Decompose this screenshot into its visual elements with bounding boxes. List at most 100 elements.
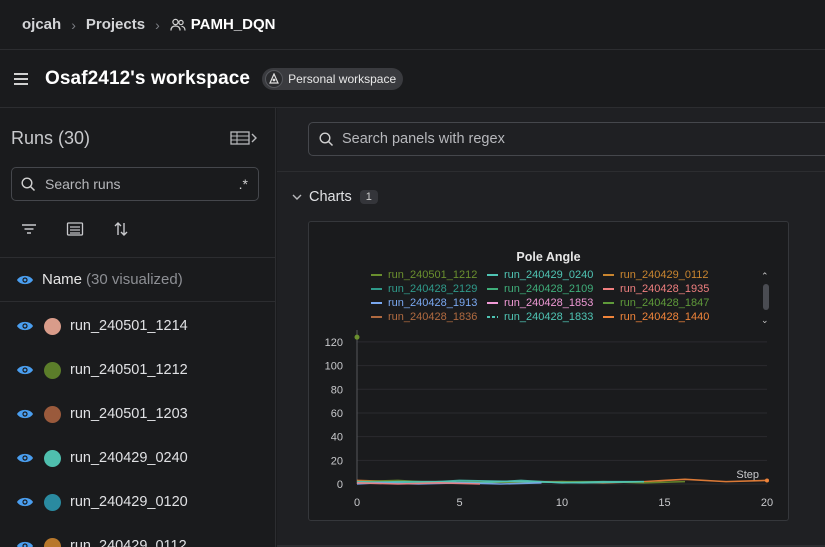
eye-icon[interactable] [16, 320, 34, 332]
legend-item[interactable]: run_240428_2129 [371, 283, 477, 295]
x-tick-label: 20 [761, 497, 773, 509]
run-color-swatch[interactable] [44, 361, 61, 379]
legend-swatch [371, 288, 382, 290]
legend-swatch [371, 302, 382, 304]
legend-item[interactable]: run_240428_1836 [371, 311, 477, 323]
legend-label: run_240501_1212 [388, 269, 478, 281]
eye-icon[interactable] [16, 408, 34, 420]
run-row[interactable]: run_240429_0112 [0, 524, 275, 547]
run-row[interactable]: run_240429_0120 [0, 480, 275, 524]
search-icon [21, 176, 36, 191]
legend-item[interactable]: run_240428_1847 [603, 297, 709, 309]
search-runs-field[interactable]: .* [11, 167, 259, 201]
breadcrumb-org[interactable]: ojcah [22, 16, 61, 33]
x-axis-label: Step [736, 469, 759, 481]
legend-item[interactable]: run_240501_1212 [371, 269, 477, 281]
y-tick-label: 80 [331, 384, 343, 396]
y-tick-label: 0 [337, 479, 343, 491]
legend-item[interactable]: run_240428_1935 [603, 283, 709, 295]
run-color-swatch[interactable] [44, 317, 61, 335]
legend-item[interactable]: run_240428_1913 [371, 297, 477, 309]
series-line [356, 482, 481, 485]
search-panels-field[interactable] [308, 122, 825, 156]
chevron-down-icon[interactable]: ⌄ [761, 316, 769, 325]
legend-swatch [603, 288, 614, 290]
y-tick-label: 40 [331, 432, 343, 444]
line-chart[interactable]: 0 20 40 60 80 100 120 0 5 10 15 20 Step [309, 222, 790, 522]
group-icon[interactable] [66, 220, 84, 238]
series-line [356, 482, 542, 485]
legend-swatch [487, 288, 498, 290]
legend-swatch [603, 274, 614, 276]
run-color-swatch[interactable] [44, 449, 61, 467]
legend-label: run_240428_1913 [388, 297, 478, 309]
run-color-swatch[interactable] [44, 405, 61, 423]
legend-swatch [371, 316, 382, 318]
run-name[interactable]: run_240501_1212 [70, 362, 188, 378]
legend-label: run_240428_1836 [388, 311, 478, 323]
legend-swatch [487, 274, 498, 276]
y-tick-label: 100 [325, 361, 343, 373]
run-row[interactable]: run_240501_1212 [0, 348, 275, 392]
breadcrumb-project[interactable]: PAMH_DQN [170, 16, 276, 33]
breadcrumb-projects[interactable]: Projects [86, 16, 145, 33]
legend-scroll-thumb[interactable] [763, 284, 769, 310]
legend-item[interactable]: run_240428_1853 [487, 297, 593, 309]
legend-item[interactable]: run_240428_2109 [487, 283, 593, 295]
x-tick-label: 5 [456, 497, 462, 509]
project-name: PAMH_DQN [190, 16, 276, 33]
eye-icon[interactable] [16, 496, 34, 508]
legend-swatch [371, 274, 382, 276]
legend-label: run_240428_1853 [504, 297, 594, 309]
run-row[interactable]: run_240501_1203 [0, 392, 275, 436]
menu-icon[interactable] [14, 70, 28, 88]
regex-toggle-button[interactable]: .* [239, 176, 248, 192]
runs-name-header: Name (30 visualized) [0, 257, 275, 302]
eye-icon[interactable] [16, 540, 34, 547]
run-row[interactable]: run_240501_1214 [0, 304, 275, 348]
legend-swatch [603, 316, 614, 318]
legend-item[interactable]: run_240428_1440 [603, 311, 709, 323]
data-point [354, 334, 360, 340]
runs-title: Runs (30) [11, 128, 91, 148]
run-name[interactable]: run_240429_0120 [70, 494, 188, 510]
filter-icon[interactable] [20, 220, 38, 238]
run-name[interactable]: run_240501_1214 [70, 318, 188, 334]
search-runs-input[interactable] [45, 176, 225, 192]
legend-scrollbar[interactable]: ⌃ ⌄ [761, 272, 771, 325]
legend-label: run_240428_1847 [620, 297, 710, 309]
run-name[interactable]: run_240429_0240 [70, 450, 188, 466]
legend-swatch [487, 302, 498, 304]
eye-icon[interactable] [16, 452, 34, 464]
chevron-up-icon[interactable]: ⌃ [761, 272, 769, 281]
chevron-down-icon [292, 194, 302, 200]
workspace-title: Osaf2412's workspace [45, 68, 251, 89]
run-row[interactable]: run_240429_0240 [0, 436, 275, 480]
charts-section-header[interactable]: Charts 1 [291, 189, 378, 205]
run-color-swatch[interactable] [44, 537, 61, 547]
legend-item[interactable]: run_240428_1833 [487, 311, 593, 323]
breadcrumb: ojcah › Projects › PAMH_DQN [0, 0, 825, 50]
expand-table-icon[interactable] [230, 130, 258, 146]
chart-panel[interactable]: Pole Angle run_240501_1212 run_240429_024… [308, 221, 789, 521]
eye-icon[interactable] [16, 364, 34, 376]
legend-item[interactable]: run_240429_0240 [487, 269, 593, 281]
data-point [765, 478, 769, 483]
eye-icon[interactable] [16, 274, 34, 286]
name-column-label[interactable]: Name [42, 271, 82, 288]
chart-title: Pole Angle [516, 250, 581, 264]
x-tick-label: 10 [556, 497, 568, 509]
panels-area: Charts 1 Pole Angle run_240501_1212 run_2… [277, 108, 825, 547]
run-name[interactable]: run_240429_0112 [70, 538, 187, 547]
x-tick-label: 15 [658, 497, 670, 509]
search-panels-input[interactable] [342, 131, 802, 147]
legend-label: run_240429_0240 [504, 269, 594, 281]
legend-item[interactable]: run_240429_0112 [603, 269, 709, 281]
workspace-badge[interactable]: Personal workspace [262, 68, 404, 90]
y-tick-label: 120 [325, 337, 343, 349]
legend-label: run_240428_2129 [388, 283, 478, 295]
run-name[interactable]: run_240501_1203 [70, 406, 188, 422]
sort-icon[interactable] [112, 220, 130, 238]
run-color-swatch[interactable] [44, 493, 61, 511]
divider [277, 171, 825, 172]
